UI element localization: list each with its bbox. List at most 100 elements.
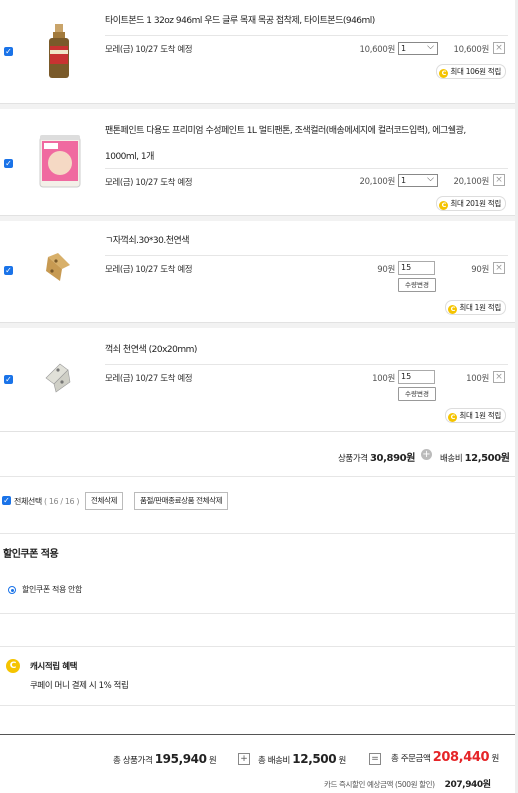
product-title[interactable]: 타이트본드 1 32oz 946ml 우드 글루 목재 목공 접착제, 타이트본… [105,15,375,27]
cart-item: ✓ ㄱ자꺽쇠.30*30.천연색 모레(금) 10/27 도착 예정 90원 1… [0,221,518,323]
subtotal-shipping: 배송비 12,500원 [440,449,510,464]
total-price: 20,100원 [453,177,490,187]
select-all-checkbox[interactable]: ✓ [2,496,11,505]
divider [105,168,508,169]
coin-icon: C [439,201,449,210]
total-product-label: 총 상품가격 [113,756,153,766]
total-product-won: 원 [208,756,217,766]
point-badge: C 최대 106원 적립 [436,64,506,79]
point-badge: C 최대 201원 적립 [436,196,506,211]
subtotal-product-price: 상품가격 30,890원 [338,449,415,464]
total-shipping-label: 총 배송비 [258,756,290,766]
card-discount-label: 카드 즉시할인 예상금액 (500원 할인) [324,780,435,789]
cart-item: ✓ 꺽쇠 천연색 (20x20mm) 모레(금) 10/27 도착 예정 100… [0,328,518,432]
coupon-title: 할인쿠폰 적용 [3,549,59,560]
total-price: 90원 [471,265,489,275]
product-image [39,135,81,188]
equals-icon: = [369,753,381,765]
chevron-down-icon: ⌵ [427,42,434,52]
item-checkbox[interactable]: ✓ [4,266,13,275]
total-order-won: 원 [491,754,499,764]
item-checkbox[interactable]: ✓ [4,47,13,56]
divider [0,533,518,534]
cash-description: 쿠페이 머니 결제 시 1% 적립 [30,681,129,691]
product-title[interactable]: ㄱ자꺽쇠.30*30.천연색 [105,235,190,247]
delivery-date: 모레(금) 10/27 도착 예정 [105,265,193,275]
coin-icon: C [6,659,20,673]
point-text: 최대 1원 적립 [459,411,501,420]
coin-icon: C [439,69,449,78]
divider [0,613,518,614]
coupon-option-label[interactable]: 할인쿠폰 적용 안함 [22,584,82,595]
product-image [45,363,71,393]
close-icon[interactable]: × [493,42,505,54]
delete-all-button[interactable]: 전체삭제 [85,492,123,510]
cart: ✓ 타이트본드 1 32oz 946ml 우드 글루 목재 목공 접착제, 타이… [0,0,518,432]
product-title[interactable]: 팬톤페인트 다용도 프리미엄 수성페인트 1L 멀티팬톤, 조색컬러(배송메세지… [105,123,466,136]
card-discount-value: 207,940원 [444,780,491,790]
quantity-input[interactable]: 15 [398,261,435,275]
total-price: 10,600원 [453,45,490,55]
subtotal-shipping-label: 배송비 [440,454,463,464]
quantity-input[interactable]: 15 [398,370,435,384]
total-shipping: 총 배송비 12,500 원 [258,752,346,766]
delivery-date: 모레(금) 10/27 도착 예정 [105,374,193,384]
divider [0,646,518,647]
product-image [46,253,70,281]
total-product-value: 195,940 [154,752,207,766]
cart-item: ✓ 타이트본드 1 32oz 946ml 우드 글루 목재 목공 접착제, 타이… [0,0,518,104]
divider [0,734,518,735]
close-icon[interactable]: × [493,371,505,383]
point-text: 최대 201원 적립 [450,199,501,208]
delivery-date: 모레(금) 10/27 도착 예정 [105,178,193,188]
point-text: 최대 1원 적립 [459,303,501,312]
subtotal-product-value: 30,890원 [370,453,415,464]
quantity-change-button[interactable]: 수량변경 [398,278,436,292]
subtotal-shipping-value: 12,500원 [464,453,510,464]
item-checkbox[interactable]: ✓ [4,375,13,384]
cash-title: 캐시적립 혜택 [30,662,78,672]
total-product: 총 상품가격 195,940 원 [113,752,217,766]
plus-icon: + [421,449,432,460]
close-icon[interactable]: × [493,174,505,186]
total-shipping-value: 12,500 [292,752,337,766]
point-text: 최대 106원 적립 [450,67,501,76]
divider [0,705,518,706]
select-all-text: 전체선택 [14,497,42,506]
coin-icon: C [448,413,458,422]
plus-icon: + [238,753,250,765]
cart-item: ✓ 팬톤페인트 다용도 프리미엄 수성페인트 1L 멀티팬톤, 조색컬러(배송메… [0,109,518,216]
total-order-value: 208,440 [432,750,490,765]
divider [105,255,508,256]
coin-icon: C [448,305,458,314]
divider [105,364,508,365]
total-price: 100원 [466,374,489,384]
select-count: ( 16 / 16 ) [44,497,80,506]
chevron-down-icon: ⌵ [427,174,434,184]
unit-price: 10,600원 [359,45,396,55]
subtotal-product-label: 상품가격 [338,454,368,464]
total-order-label: 총 주문금액 [391,754,431,764]
quantity-change-button[interactable]: 수량변경 [398,387,436,401]
total-order: 총 주문금액 208,440 원 [391,750,499,765]
product-title-line2: 1000ml, 1개 [105,152,154,162]
product-title[interactable]: 꺽쇠 천연색 (20x20mm) [105,344,197,356]
select-all-label[interactable]: 전체선택 ( 16 / 16 ) [14,496,79,507]
close-icon[interactable]: × [493,262,505,274]
unit-price: 100원 [372,374,395,384]
card-discount: 카드 즉시할인 예상금액 (500원 할인) 207,940원 [324,777,491,790]
divider [0,476,518,477]
divider [105,35,508,36]
unit-price: 90원 [377,265,395,275]
total-shipping-won: 원 [338,756,347,766]
quantity-value: 1 [401,44,407,53]
item-checkbox[interactable]: ✓ [4,159,13,168]
quantity-value: 1 [401,176,407,185]
quantity-select[interactable]: 1 ⌵ [398,174,438,187]
quantity-select[interactable]: 1 ⌵ [398,42,438,55]
unit-price: 20,100원 [359,177,396,187]
coupon-radio[interactable] [8,586,16,594]
product-image [49,24,69,78]
delivery-date: 모레(금) 10/27 도착 예정 [105,45,193,55]
delete-soldout-button[interactable]: 품절/판매종료상품 전체삭제 [134,492,229,510]
